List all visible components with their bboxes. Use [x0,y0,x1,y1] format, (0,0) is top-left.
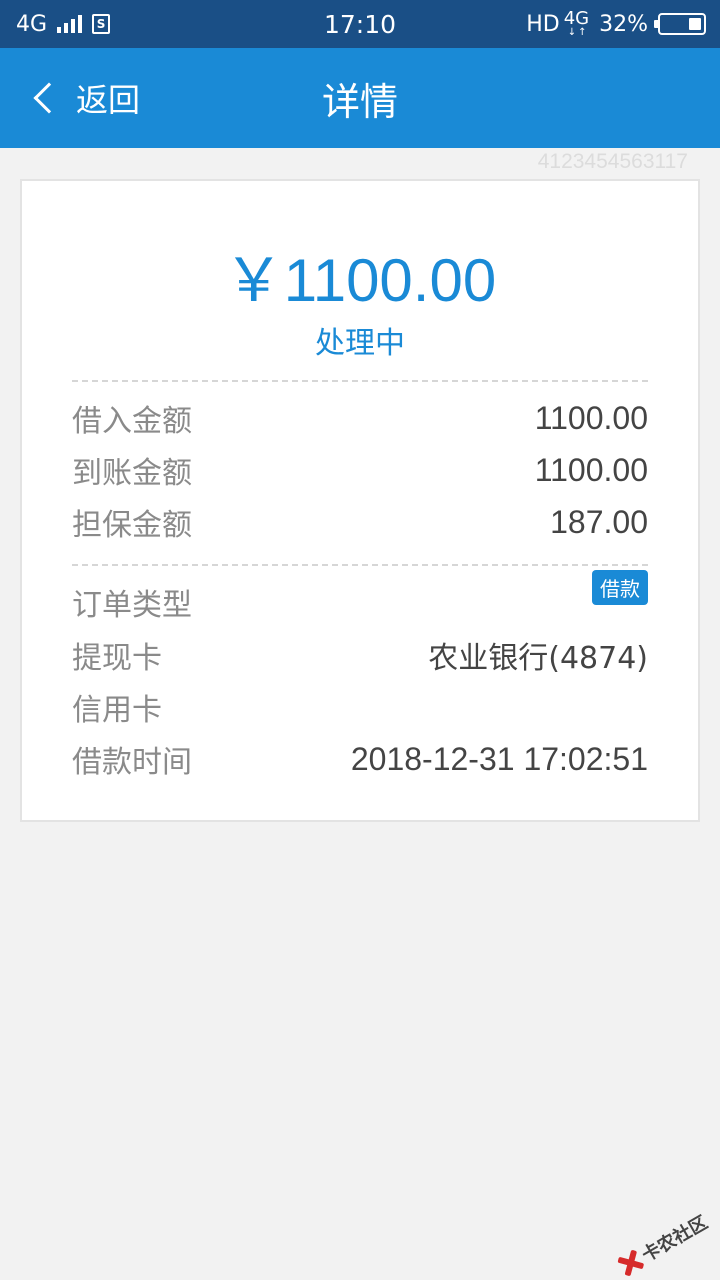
status-bar: 4G S 17:10 HD 4G ↓↑ 32% [0,0,720,48]
status-label: 处理中 [315,326,405,361]
row-credit-card: 信用卡 [72,681,648,733]
row-label: 订单类型 [72,588,192,623]
row-label: 到账金额 [72,456,192,491]
hd-label: HD [526,11,560,37]
row-label: 担保金额 [72,508,192,543]
row-received-amount: 到账金额 1100.00 [72,444,648,496]
mobile-data-icon: 4G ↓↑ [563,8,590,38]
network-type-right: 4G [563,8,590,29]
page-title: 详情 [321,79,398,124]
row-value: 1100.00 [534,399,648,436]
divider [72,564,648,566]
amount: ￥1100.00 [223,247,497,314]
row-value: 农业银行(4874) [428,641,648,676]
row-guarantee-amount: 担保金额 187.00 [72,496,648,548]
row-value: 187.00 [550,503,648,540]
divider [72,380,648,382]
row-order-type: 订单类型 借款 [72,570,648,628]
watermark-id: 4123454563117 [537,150,688,173]
row-withdraw-card: 提现卡 农业银行(4874) [72,629,648,681]
order-type-badge: 借款 [592,570,648,605]
row-label: 提现卡 [72,641,162,676]
row-borrow-amount: 借入金额 1100.00 [72,392,648,444]
row-value: 2018-12-31 17:02:51 [350,740,648,777]
row-loan-time: 借款时间 2018-12-31 17:02:51 [72,733,648,785]
network-indicator: HD 4G ↓↑ [526,8,590,38]
row-label: 借入金额 [72,404,192,439]
battery-percent: 32% [599,11,648,37]
logo-text: 卡农社区 [638,1212,712,1267]
row-label: 借款时间 [72,745,192,780]
status-right: HD 4G ↓↑ 32% [526,0,706,48]
row-value: 1100.00 [534,451,648,488]
site-logo: 卡农社区 [612,1209,712,1280]
battery-icon [654,13,706,35]
app-header: 返回 详情 [0,48,720,148]
row-label: 信用卡 [72,693,162,728]
